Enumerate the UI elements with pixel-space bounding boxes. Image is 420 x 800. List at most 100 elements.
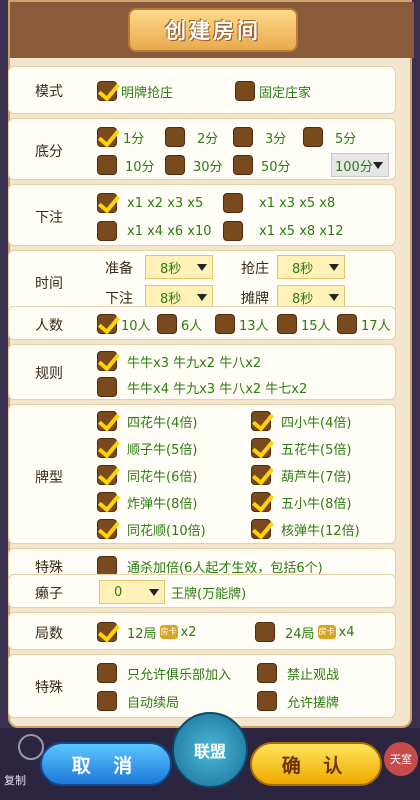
checkbox-icon[interactable] xyxy=(97,221,117,241)
wild-row: 癞子 0 王牌(万能牌) xyxy=(8,574,396,608)
checkbox-checked-icon[interactable] xyxy=(97,438,117,458)
special-label-2: 特殊 xyxy=(35,680,63,696)
rules-row: 规则 牛牛x3 牛九x2 牛八x2 牛牛x4 牛九x3 牛八x2 牛七x2 xyxy=(8,344,396,400)
card-type-tonghua[interactable]: 同花牛(6倍) xyxy=(97,463,197,487)
card-type-wuxiao[interactable]: 五小牛(8倍) xyxy=(251,490,351,514)
card-type-tonghuashun[interactable]: 同花顺(10倍) xyxy=(97,517,206,541)
room-badge[interactable]: 天室 xyxy=(384,742,418,776)
rules-option-1[interactable]: 牛牛x3 牛九x2 牛八x2 xyxy=(97,349,261,373)
base-option-3[interactable]: 3分 xyxy=(233,125,286,149)
rounds-option-12[interactable]: 12局 房卡 x2 xyxy=(97,620,197,644)
base-option-5[interactable]: 5分 xyxy=(303,125,356,149)
checkbox-icon[interactable] xyxy=(235,81,255,101)
mode-option-fixed[interactable]: 固定庄家 xyxy=(235,79,311,103)
checkbox-checked-icon[interactable] xyxy=(251,438,271,458)
base-option-30[interactable]: 30分 xyxy=(165,153,223,177)
checkbox-checked-icon[interactable] xyxy=(97,81,117,101)
special-option-no-watch[interactable]: 禁止观战 xyxy=(257,661,339,685)
card-type-zhadan[interactable]: 炸弹牛(8倍) xyxy=(97,490,197,514)
time-label: 时间 xyxy=(35,276,63,292)
dropdown-arrow-icon xyxy=(149,589,159,596)
checkbox-icon[interactable] xyxy=(97,663,117,683)
wild-select[interactable]: 0 xyxy=(99,580,165,604)
dropdown-arrow-icon xyxy=(329,264,339,271)
checkbox-checked-icon[interactable] xyxy=(251,411,271,431)
checkbox-checked-icon[interactable] xyxy=(97,519,117,539)
checkbox-checked-icon[interactable] xyxy=(97,492,117,512)
checkbox-checked-icon[interactable] xyxy=(251,519,271,539)
checkbox-icon[interactable] xyxy=(165,127,185,147)
checkbox-icon[interactable] xyxy=(157,314,177,334)
checkbox-checked-icon[interactable] xyxy=(97,193,117,213)
checkbox-icon[interactable] xyxy=(97,691,117,711)
checkbox-icon[interactable] xyxy=(303,127,323,147)
players-option-15[interactable]: 15人 xyxy=(277,312,331,336)
grab-select[interactable]: 8秒 xyxy=(277,255,345,279)
prepare-label: 准备 xyxy=(105,261,133,277)
base-option-1[interactable]: 1分 xyxy=(97,125,144,149)
checkbox-checked-icon[interactable] xyxy=(97,351,117,371)
base-more-select[interactable]: 100分 xyxy=(331,153,389,177)
special-option-auto-continue[interactable]: 自动续局 xyxy=(97,689,179,713)
cancel-button[interactable]: 取 消 xyxy=(40,742,172,786)
players-option-6[interactable]: 6人 xyxy=(157,312,202,336)
bet-option-4[interactable]: x1 x5 x8 x12 xyxy=(223,219,344,243)
players-option-13[interactable]: 13人 xyxy=(215,312,269,336)
checkbox-icon[interactable] xyxy=(233,155,253,175)
checkbox-icon[interactable] xyxy=(97,556,117,576)
title-tab: 创建房间 xyxy=(128,8,298,52)
checkbox-checked-icon[interactable] xyxy=(251,492,271,512)
special-option-squeeze[interactable]: 允许搓牌 xyxy=(257,689,339,713)
card-type-hulu[interactable]: 葫芦牛(7倍) xyxy=(251,463,351,487)
checkbox-icon[interactable] xyxy=(223,193,243,213)
rules-option-2[interactable]: 牛牛x4 牛九x3 牛八x2 牛七x2 xyxy=(97,375,307,399)
mode-option-mingpai[interactable]: 明牌抢庄 xyxy=(97,79,173,103)
bet-option-3[interactable]: x1 x4 x6 x10 xyxy=(97,219,212,243)
checkbox-icon[interactable] xyxy=(97,377,117,397)
card-type-wuhua[interactable]: 五花牛(5倍) xyxy=(251,436,351,460)
checkbox-checked-icon[interactable] xyxy=(97,314,117,334)
rounds-option-24[interactable]: 24局 房卡 x4 xyxy=(255,620,355,644)
special-row-2: 特殊 只允许俱乐部加入 禁止观战 自动续局 允许搓牌 xyxy=(8,654,396,718)
checkbox-icon[interactable] xyxy=(277,314,297,334)
union-button[interactable]: 联盟 xyxy=(172,712,248,788)
base-option-2[interactable]: 2分 xyxy=(165,125,218,149)
checkbox-checked-icon[interactable] xyxy=(97,411,117,431)
checkbox-icon[interactable] xyxy=(165,155,185,175)
share-icon[interactable] xyxy=(18,734,44,760)
checkbox-icon[interactable] xyxy=(337,314,357,334)
checkbox-icon[interactable] xyxy=(257,691,277,711)
confirm-button[interactable]: 确 认 xyxy=(250,742,382,786)
checkbox-icon[interactable] xyxy=(215,314,235,334)
checkbox-checked-icon[interactable] xyxy=(97,622,117,642)
bet-option-2[interactable]: x1 x3 x5 x8 xyxy=(223,191,335,215)
prepare-select[interactable]: 8秒 xyxy=(145,255,213,279)
card-type-hedan[interactable]: 核弹牛(12倍) xyxy=(251,517,360,541)
card-type-sihua[interactable]: 四花牛(4倍) xyxy=(97,409,197,433)
checkbox-checked-icon[interactable] xyxy=(251,465,271,485)
mode-row: 模式 明牌抢庄 固定庄家 xyxy=(8,66,396,114)
checkbox-checked-icon[interactable] xyxy=(97,127,117,147)
room-card-icon: 房卡 xyxy=(159,625,178,639)
checkbox-icon[interactable] xyxy=(97,155,117,175)
card-type-shunzi[interactable]: 顺子牛(5倍) xyxy=(97,436,197,460)
grab-label: 抢庄 xyxy=(241,261,269,277)
checkbox-icon[interactable] xyxy=(233,127,253,147)
time-row: 时间 准备 8秒 抢庄 8秒 下注 8秒 摊牌 8秒 xyxy=(8,250,396,314)
bet-option-1[interactable]: x1 x2 x3 x5 xyxy=(97,191,203,215)
rounds-label: 局数 xyxy=(35,626,63,642)
checkbox-icon[interactable] xyxy=(257,663,277,683)
base-option-10[interactable]: 10分 xyxy=(97,153,155,177)
page-title: 创建房间 xyxy=(165,19,261,43)
players-option-10[interactable]: 10人 xyxy=(97,312,151,336)
special-option-club-only[interactable]: 只允许俱乐部加入 xyxy=(97,661,231,685)
checkbox-icon[interactable] xyxy=(223,221,243,241)
copy-label[interactable]: 复制 xyxy=(4,772,26,788)
base-option-50[interactable]: 50分 xyxy=(233,153,291,177)
checkbox-checked-icon[interactable] xyxy=(97,465,117,485)
checkbox-icon[interactable] xyxy=(255,622,275,642)
players-option-17[interactable]: 17人 xyxy=(337,312,391,336)
dropdown-arrow-icon xyxy=(329,294,339,301)
card-type-sixiao[interactable]: 四小牛(4倍) xyxy=(251,409,351,433)
bet-time-label: 下注 xyxy=(105,291,133,307)
